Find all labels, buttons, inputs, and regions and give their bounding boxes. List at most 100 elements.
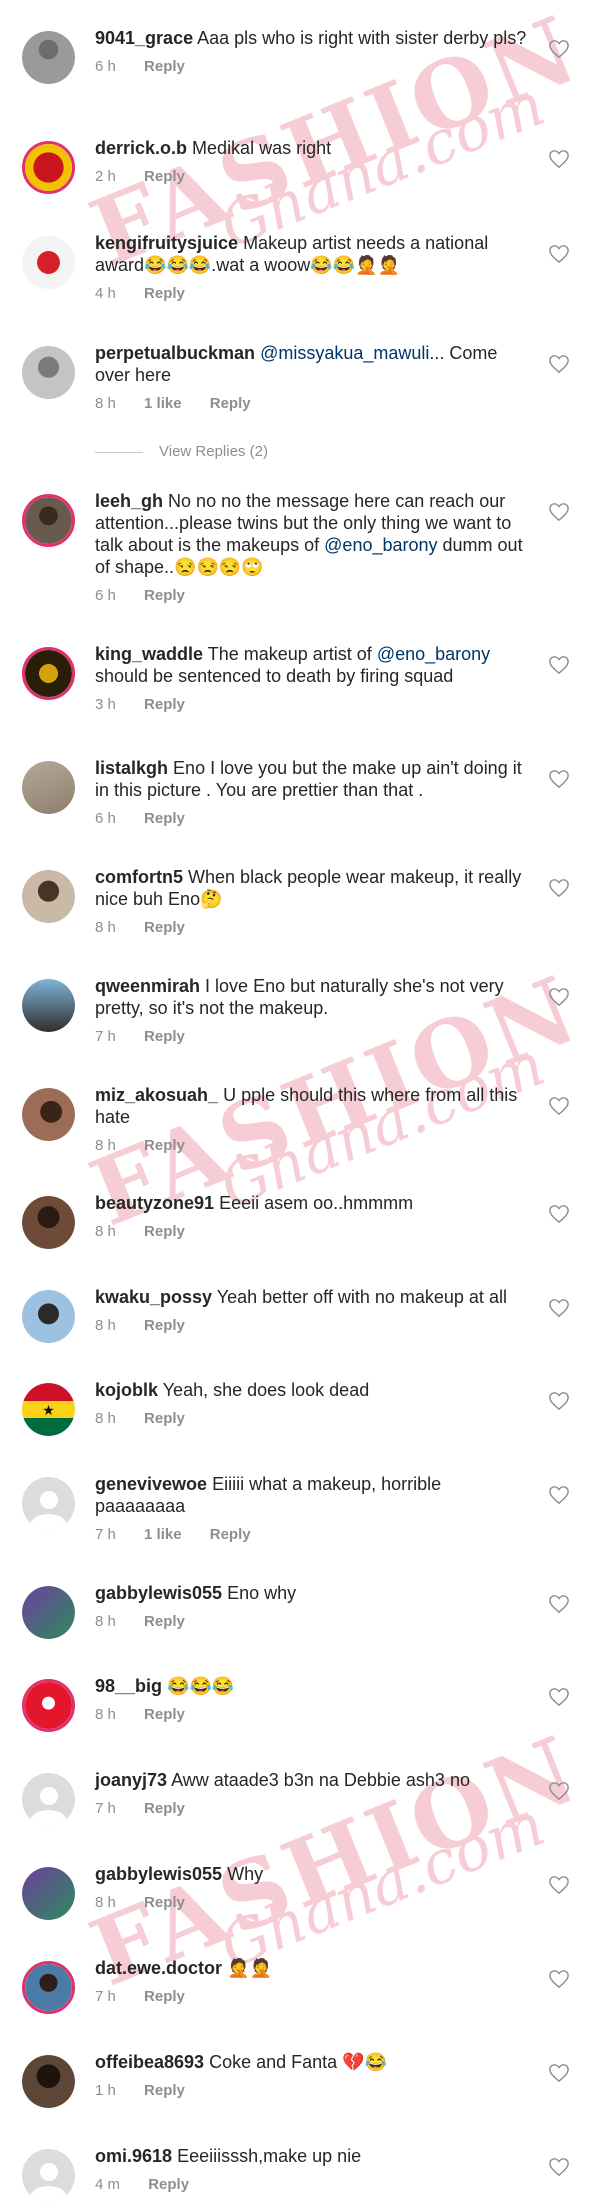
heart-icon[interactable] xyxy=(548,1969,570,1989)
heart-icon[interactable] xyxy=(548,1781,570,1801)
heart-icon[interactable] xyxy=(548,878,570,898)
heart-icon[interactable] xyxy=(548,769,570,789)
comment-username[interactable]: derrick.o.b xyxy=(95,138,187,158)
comment-text: 😂😂😂 xyxy=(167,1676,235,1696)
comment-username[interactable]: offeibea8693 xyxy=(95,2052,204,2072)
heart-icon[interactable] xyxy=(548,2063,570,2083)
avatar[interactable] xyxy=(22,494,75,547)
comment-time: 6 h xyxy=(95,587,116,604)
avatar[interactable] xyxy=(22,1088,75,1141)
reply-button[interactable]: Reply xyxy=(144,1988,185,2006)
avatar[interactable] xyxy=(22,1679,75,1732)
avatar[interactable] xyxy=(22,1290,75,1343)
reply-button[interactable]: Reply xyxy=(144,1613,185,1631)
avatar[interactable] xyxy=(22,979,75,1032)
comment-username[interactable]: miz_akosuah_ xyxy=(95,1085,218,1105)
mention-link[interactable]: @eno_barony xyxy=(324,535,437,555)
reply-button[interactable]: Reply xyxy=(210,395,251,413)
heart-icon[interactable] xyxy=(548,987,570,1007)
reply-button[interactable]: Reply xyxy=(144,1317,185,1335)
ghana-flag-icon: ★ xyxy=(22,1383,75,1436)
comment-username[interactable]: kojoblk xyxy=(95,1380,158,1400)
comment-username[interactable]: beautyzone91 xyxy=(95,1193,214,1213)
heart-icon[interactable] xyxy=(548,655,570,675)
likes-count[interactable]: 1 like xyxy=(144,1526,182,1544)
comment-time: 7 h xyxy=(95,1028,116,1045)
comment-time: 7 h xyxy=(95,1800,116,1817)
avatar[interactable] xyxy=(22,1867,75,1920)
comment-username[interactable]: king_waddle xyxy=(95,644,203,664)
comment-username[interactable]: 9041_grace xyxy=(95,28,193,48)
reply-button[interactable]: Reply xyxy=(144,696,185,714)
heart-icon[interactable] xyxy=(548,502,570,522)
comment-username[interactable]: gabbylewis055 xyxy=(95,1583,222,1603)
comment-username[interactable]: kwaku_possy xyxy=(95,1287,212,1307)
comment-time: 8 h xyxy=(95,1706,116,1723)
avatar[interactable] xyxy=(22,31,75,84)
heart-icon[interactable] xyxy=(548,149,570,169)
likes-count[interactable]: 1 like xyxy=(144,395,182,413)
reply-button[interactable]: Reply xyxy=(144,1028,185,1046)
avatar[interactable] xyxy=(22,647,75,700)
reply-button[interactable]: Reply xyxy=(144,1410,185,1428)
comment-username[interactable]: kengifruitysjuice xyxy=(95,233,238,253)
avatar[interactable] xyxy=(22,870,75,923)
avatar[interactable] xyxy=(22,1586,75,1639)
reply-button[interactable]: Reply xyxy=(144,919,185,937)
comment-username[interactable]: dat.ewe.doctor xyxy=(95,1958,222,1978)
reply-button[interactable]: Reply xyxy=(144,1894,185,1912)
heart-icon[interactable] xyxy=(548,39,570,59)
comment-text: Eno why xyxy=(227,1583,297,1603)
avatar[interactable] xyxy=(22,761,75,814)
mention-link[interactable]: @eno_barony xyxy=(377,644,490,664)
avatar[interactable]: ★ xyxy=(22,1383,75,1436)
avatar[interactable] xyxy=(22,236,75,289)
heart-icon[interactable] xyxy=(548,1485,570,1505)
reply-button[interactable]: Reply xyxy=(144,1223,185,1241)
avatar[interactable] xyxy=(22,1196,75,1249)
avatar[interactable] xyxy=(22,1961,75,2014)
reply-button[interactable]: Reply xyxy=(148,2176,189,2194)
heart-icon[interactable] xyxy=(548,354,570,374)
heart-icon[interactable] xyxy=(548,1875,570,1895)
heart-icon[interactable] xyxy=(548,1204,570,1224)
mention-link[interactable]: @missyakua_mawuli xyxy=(260,343,429,363)
heart-icon[interactable] xyxy=(548,244,570,264)
heart-icon[interactable] xyxy=(548,1687,570,1707)
heart-icon[interactable] xyxy=(548,1096,570,1116)
reply-button[interactable]: Reply xyxy=(210,1526,251,1544)
avatar[interactable] xyxy=(22,346,75,399)
reply-button[interactable]: Reply xyxy=(144,1800,185,1818)
heart-icon[interactable] xyxy=(548,1298,570,1318)
comment-username[interactable]: leeh_gh xyxy=(95,491,163,511)
reply-button[interactable]: Reply xyxy=(144,1706,185,1724)
comment-text: Aaa pls who is right with sister derby p… xyxy=(197,28,527,48)
reply-button[interactable]: Reply xyxy=(144,810,185,828)
avatar[interactable] xyxy=(22,1773,75,1826)
comment-time: 8 h xyxy=(95,1317,116,1334)
avatar[interactable] xyxy=(22,2149,75,2202)
comment-username[interactable]: omi.9618 xyxy=(95,2146,172,2166)
heart-icon[interactable] xyxy=(548,1594,570,1614)
heart-icon[interactable] xyxy=(548,2157,570,2177)
reply-button[interactable]: Reply xyxy=(144,1137,185,1155)
view-replies-button[interactable]: View Replies (2) xyxy=(95,443,395,460)
comment-text: Eeeii asem oo..hmmmm xyxy=(219,1193,414,1213)
comment-username[interactable]: comfortn5 xyxy=(95,867,183,887)
comment-username[interactable]: joanyj73 xyxy=(95,1770,167,1790)
comment-username[interactable]: gabbylewis055 xyxy=(95,1864,222,1884)
avatar[interactable] xyxy=(22,2055,75,2108)
comment-username[interactable]: genevivewoe xyxy=(95,1474,207,1494)
reply-button[interactable]: Reply xyxy=(144,2082,185,2100)
reply-button[interactable]: Reply xyxy=(144,58,185,76)
comment-username[interactable]: listalkgh xyxy=(95,758,168,778)
heart-icon[interactable] xyxy=(548,1391,570,1411)
comment-username[interactable]: 98__big xyxy=(95,1676,162,1696)
reply-button[interactable]: Reply xyxy=(144,168,185,186)
reply-button[interactable]: Reply xyxy=(144,285,185,303)
reply-button[interactable]: Reply xyxy=(144,587,185,605)
comment-username[interactable]: qweenmirah xyxy=(95,976,200,996)
avatar[interactable] xyxy=(22,141,75,194)
comment-username[interactable]: perpetualbuckman xyxy=(95,343,255,363)
avatar[interactable] xyxy=(22,1477,75,1530)
